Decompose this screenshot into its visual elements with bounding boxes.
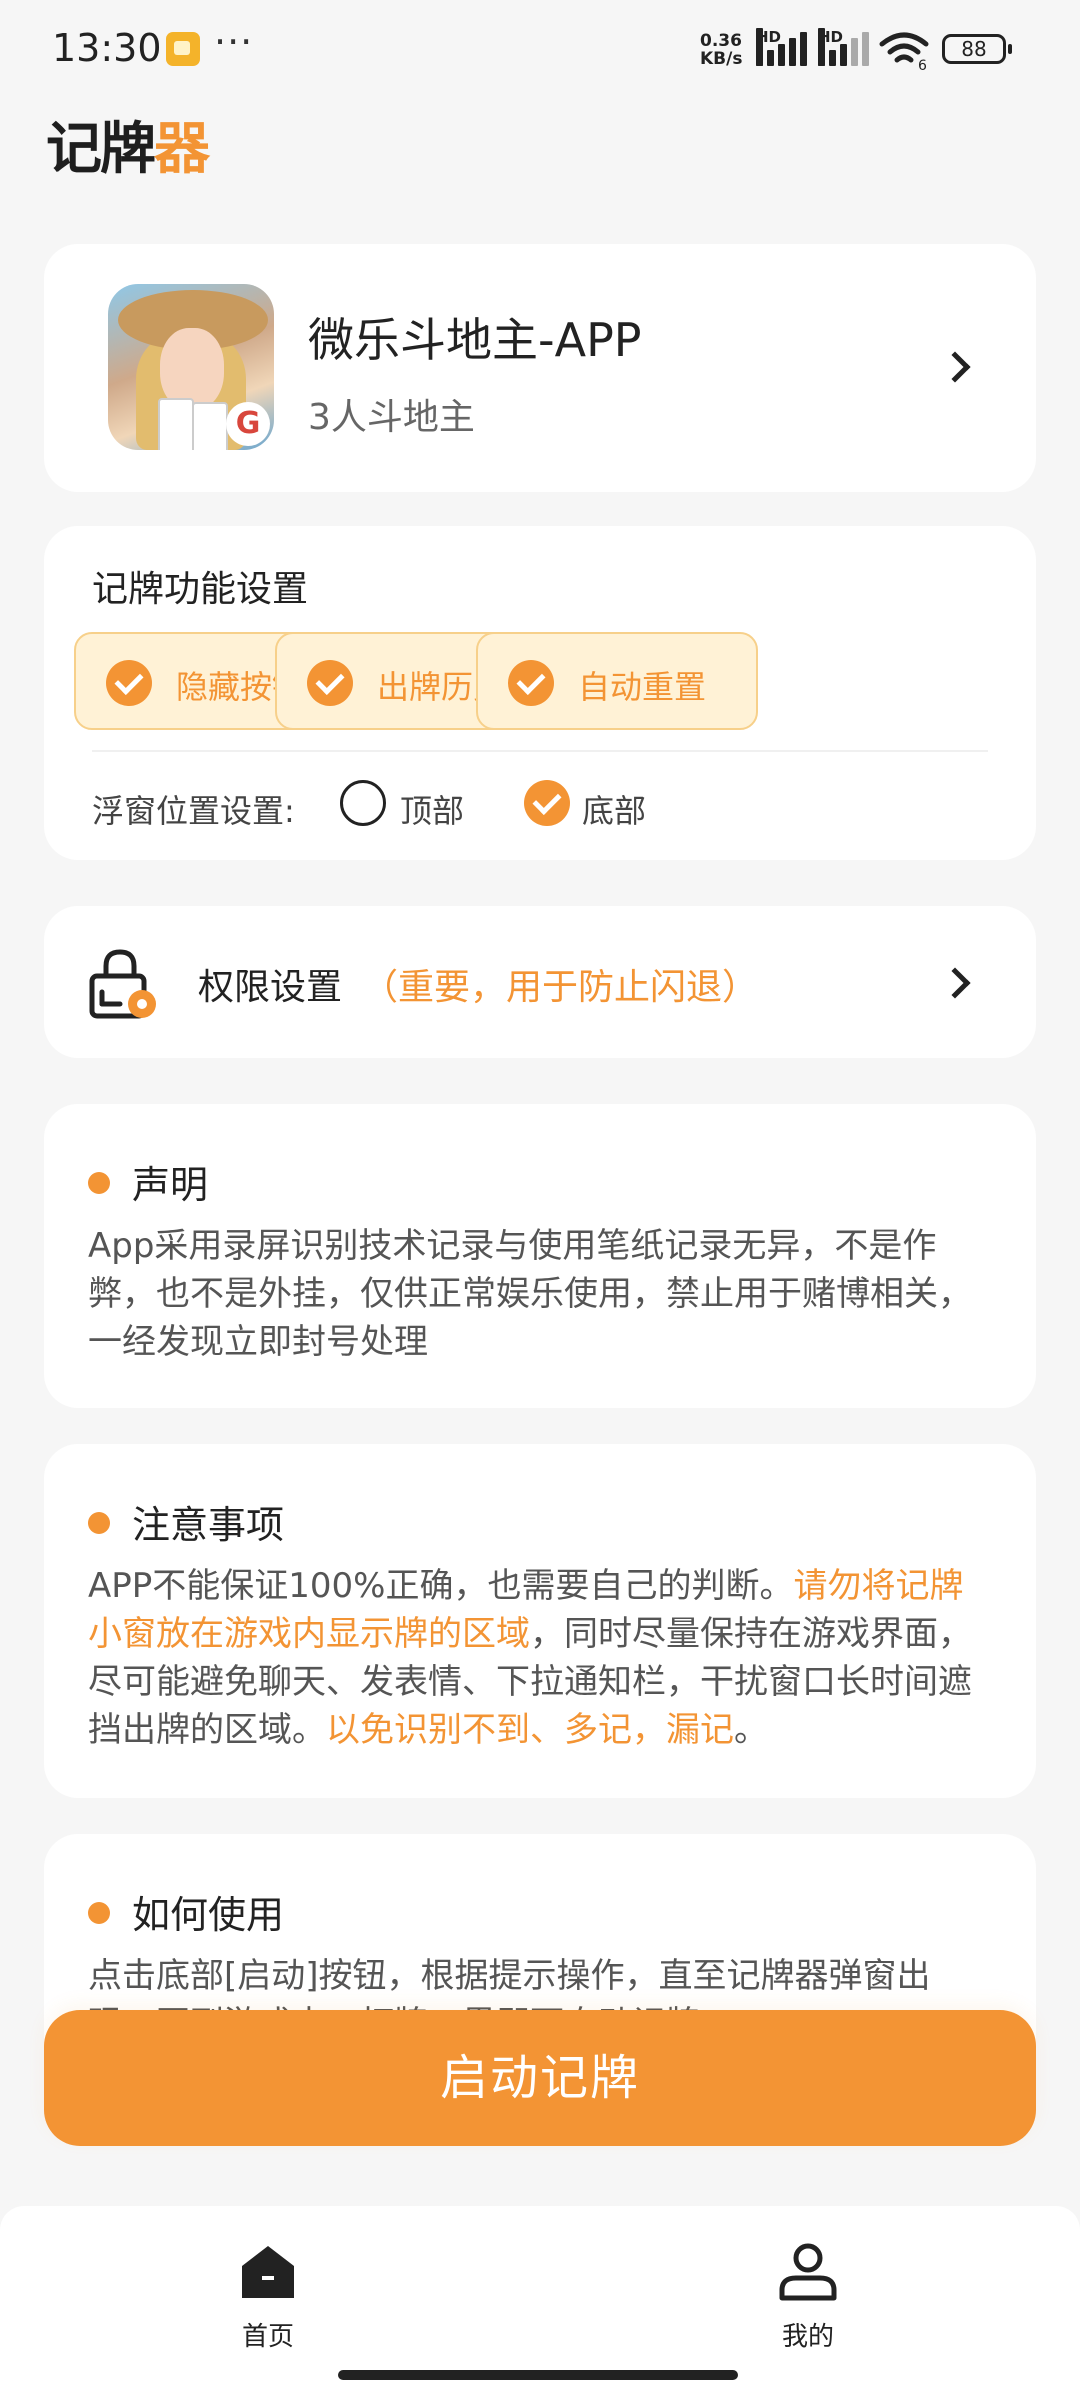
float-position-label: 浮窗位置设置:	[92, 792, 295, 830]
option-label: 自动重置	[578, 668, 707, 706]
chevron-right-icon	[939, 351, 971, 383]
radio-bottom[interactable]	[524, 780, 570, 826]
game-subtitle: 3人斗地主	[308, 397, 475, 438]
game-badge-icon: G	[226, 402, 270, 446]
statement-body: App采用录屏识别技术记录与使用笔纸记录无异，不是作弊，也不是外挂，仅供正常娱乐…	[88, 1226, 972, 1362]
radio-bottom-label[interactable]: 底部	[582, 786, 646, 832]
check-icon	[508, 660, 554, 706]
game-select-card[interactable]: G 微乐斗地主-APP 3人斗地主	[44, 244, 1036, 492]
statement-card: 声明 App采用录屏识别技术记录与使用笔纸记录无异，不是作弊，也不是外挂，仅供正…	[44, 1104, 1036, 1408]
chevron-right-icon	[939, 967, 971, 999]
nav-home-label: 首页	[241, 2322, 294, 2352]
wifi-sub-label: 6	[918, 58, 927, 70]
settings-title: 记牌功能设置	[92, 569, 309, 610]
option-auto-reset[interactable]: 自动重置	[476, 632, 758, 730]
network-speed: 0.36 KB/s	[700, 32, 742, 68]
notice-card: 注意事项 APP不能保证100%正确，也需要自己的判断。请勿将记牌小窗放在游戏内…	[44, 1444, 1036, 1798]
status-bar: 13:30 ··· 0.36 KB/s HD HD 6 88	[0, 0, 1080, 96]
float-position-row: 浮窗位置设置: 顶部 底部	[92, 778, 992, 830]
battery-icon: 88	[942, 34, 1012, 64]
bullet-dot-icon	[88, 1172, 110, 1194]
notice-body: APP不能保证100%正确，也需要自己的判断。请勿将记牌小窗放在游戏内显示牌的区…	[88, 1562, 992, 1754]
permission-note: （重要，用于防止闪退）	[362, 967, 759, 1008]
howto-title: 如何使用	[132, 1893, 285, 1937]
settings-card: 记牌功能设置 隐藏按钮 出牌历史 自动重置 浮窗位置设置: 顶部 底部	[44, 526, 1036, 860]
radio-top-label[interactable]: 顶部	[400, 786, 464, 832]
notice-text: APP不能保证100%正确，也需要自己的判断。	[88, 1566, 794, 1606]
notice-text: 。	[734, 1710, 768, 1750]
statement-title: 声明	[132, 1163, 209, 1207]
app-logo: 记牌器	[46, 104, 210, 185]
speed-unit: KB/s	[700, 49, 743, 69]
gesture-home-bar[interactable]	[338, 2370, 738, 2380]
signal-icon: HD	[756, 28, 812, 66]
notice-highlight: 以免识别不到、多记，漏记	[326, 1710, 734, 1750]
home-icon	[242, 2246, 294, 2298]
permission-settings-row[interactable]: 权限设置 （重要，用于防止闪退）	[44, 906, 1036, 1058]
speed-value: 0.36	[700, 31, 742, 51]
app-logo-part1: 记牌	[46, 117, 156, 182]
bullet-dot-icon	[88, 1512, 110, 1534]
radio-top[interactable]	[340, 780, 386, 826]
signal-icon: HD	[818, 28, 874, 66]
start-button[interactable]: 启动记牌	[44, 2010, 1036, 2146]
lock-settings-icon	[89, 949, 156, 1019]
game-icon: G	[108, 284, 274, 450]
nav-home[interactable]: 首页	[208, 2242, 328, 2353]
notice-title: 注意事项	[132, 1503, 285, 1547]
permission-label: 权限设置	[198, 967, 343, 1008]
game-title: 微乐斗地主-APP	[308, 313, 642, 367]
check-icon	[307, 660, 353, 706]
wifi-icon: 6	[879, 32, 929, 70]
more-notifications-icon: ···	[214, 20, 254, 64]
app-logo-part2: 器	[154, 117, 210, 182]
notification-icon	[166, 32, 200, 66]
bullet-dot-icon	[88, 1902, 110, 1924]
status-time: 13:30	[52, 26, 162, 70]
divider	[92, 750, 988, 752]
check-icon	[106, 660, 152, 706]
nav-me-label: 我的	[781, 2322, 834, 2352]
user-icon	[779, 2243, 837, 2301]
nav-me[interactable]: 我的	[748, 2242, 868, 2353]
